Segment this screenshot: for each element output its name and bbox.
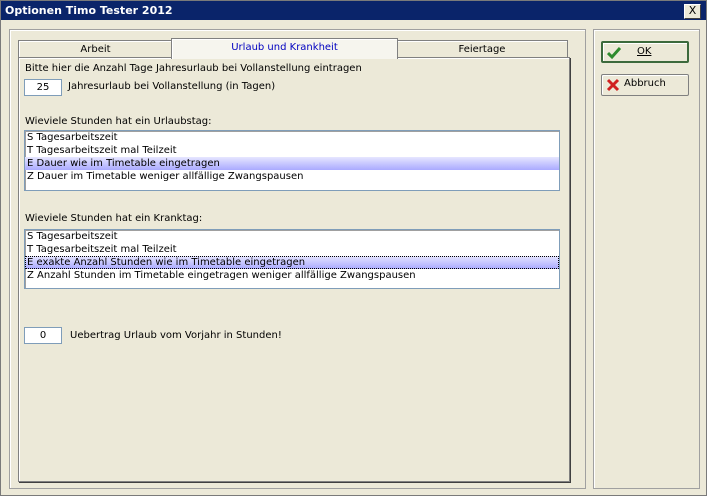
tab-label: Urlaub und Krankheit: [231, 42, 338, 53]
list-item[interactable]: T Tagesarbeitszeit mal Teilzeit: [25, 243, 559, 256]
tab-feiertage[interactable]: Feiertage: [396, 40, 568, 58]
list-item-selected[interactable]: E exakte Anzahl Stunden wie im Timetable…: [25, 256, 559, 269]
vacation-hours-question: Wieviele Stunden hat ein Urlaubstag:: [25, 116, 212, 127]
ok-label: OK: [637, 46, 652, 57]
options-dialog: Optionen Timo Tester 2012 X Arbeit Urlau…: [0, 0, 707, 496]
list-item[interactable]: Z Dauer im Timetable weniger allfällige …: [25, 170, 559, 183]
vacation-hours-listbox[interactable]: S Tagesarbeitszeit T Tagesarbeitszeit ma…: [24, 130, 560, 191]
vacation-days-input[interactable]: 25: [24, 79, 62, 96]
list-item[interactable]: Z Anzahl Stunden im Timetable eingetrage…: [25, 269, 559, 282]
cancel-button[interactable]: Abbruch: [601, 74, 689, 96]
cancel-label: Abbruch: [624, 78, 666, 89]
tab-label: Feiertage: [458, 44, 506, 55]
list-item[interactable]: S Tagesarbeitszeit: [25, 131, 559, 144]
ok-button[interactable]: OK: [601, 41, 689, 63]
check-icon: [606, 46, 622, 60]
carryover-hours-label: Uebertrag Urlaub vom Vorjahr in Stunden!: [70, 330, 282, 341]
button-panel: [593, 29, 700, 489]
sick-hours-listbox[interactable]: S Tagesarbeitszeit T Tagesarbeitszeit ma…: [24, 229, 560, 289]
sick-hours-question: Wieviele Stunden hat ein Kranktag:: [25, 213, 203, 224]
title-bar[interactable]: Optionen Timo Tester 2012 X: [1, 1, 706, 20]
list-item[interactable]: S Tagesarbeitszeit: [25, 230, 559, 243]
close-button[interactable]: X: [684, 4, 701, 19]
list-item-selected[interactable]: E Dauer wie im Timetable eingetragen: [25, 157, 559, 170]
vacation-days-label: Jahresurlaub bei Vollanstellung (in Tage…: [68, 81, 276, 92]
carryover-hours-input[interactable]: 0: [24, 327, 62, 344]
tab-arbeit[interactable]: Arbeit: [18, 40, 173, 58]
vacation-intro-text: Bitte hier die Anzahl Tage Jahresurlaub …: [25, 63, 362, 74]
window-title: Optionen Timo Tester 2012: [5, 4, 173, 17]
cross-icon: [606, 78, 620, 92]
tab-label: Arbeit: [80, 44, 111, 55]
list-item[interactable]: T Tagesarbeitszeit mal Teilzeit: [25, 144, 559, 157]
tab-urlaub-und-krankheit[interactable]: Urlaub und Krankheit: [171, 38, 398, 59]
